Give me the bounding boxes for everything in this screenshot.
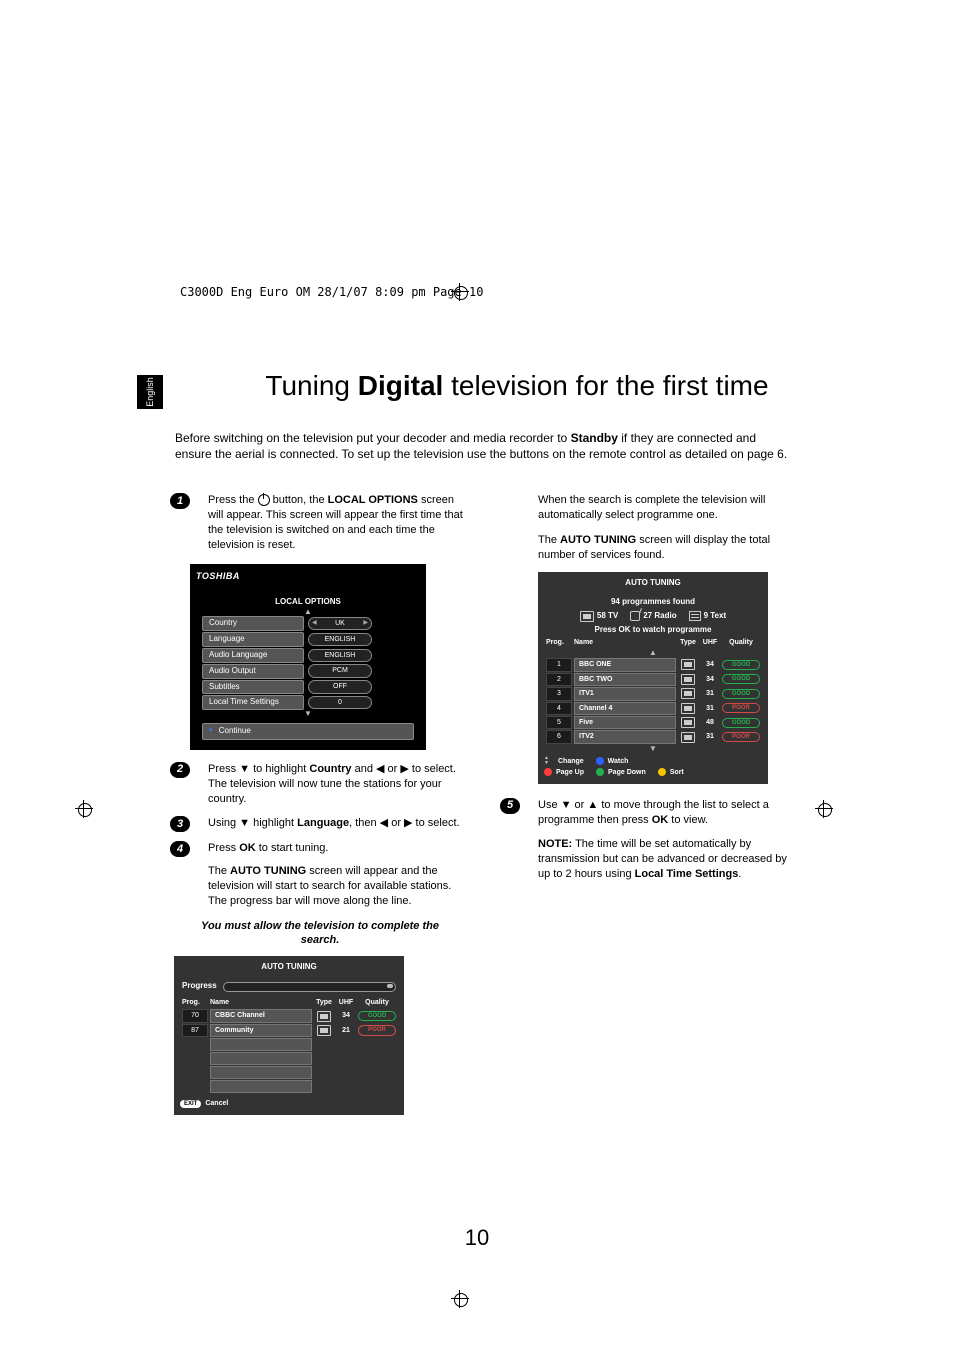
- language-tab-label: English: [145, 377, 155, 407]
- local-option-value: PCM: [308, 664, 372, 677]
- table-row[interactable]: 1BBC ONE34GOOD: [546, 658, 760, 671]
- progress-label: Progress: [182, 981, 217, 992]
- local-option-label: Country: [202, 616, 304, 631]
- tv-type-icon: [681, 688, 695, 699]
- table-row[interactable]: 4Channel 431POOR: [546, 702, 760, 715]
- tv-type-icon: [317, 1011, 331, 1022]
- table-row[interactable]: 3ITV131GOOD: [546, 687, 760, 700]
- osd-tri-up-icon: ▲: [196, 609, 420, 615]
- step-4: 4 Press OK to start tuning. The AUTO TUN…: [170, 841, 470, 908]
- local-option-label: Local Time Settings: [202, 695, 304, 710]
- print-header-note: C3000D Eng Euro OM 28/1/07 8:09 pm Page …: [180, 285, 483, 299]
- blue-dot-icon: [596, 757, 604, 765]
- step-badge-4: 4: [170, 841, 190, 857]
- step-badge-2: 2: [170, 762, 190, 778]
- step-badge-5: 5: [500, 798, 520, 814]
- left-column: 1 Press the button, the LOCAL OPTIONS sc…: [170, 493, 470, 1115]
- step-2: 2 Press ▼ to highlight Country and ◀ or …: [170, 762, 470, 807]
- page-number: 10: [0, 1225, 954, 1251]
- tv-type-icon: [681, 717, 695, 728]
- right-para-2: The AUTO TUNING screen will display the …: [500, 533, 800, 563]
- table-row[interactable]: 87Community21POOR: [182, 1024, 396, 1037]
- table-row[interactable]: 6ITV231POOR: [546, 730, 760, 743]
- language-tab: English: [137, 375, 163, 409]
- auto-search-header: Prog. Name Type UHF Quality: [182, 998, 396, 1007]
- progress-row: Progress: [182, 981, 396, 992]
- osd-brand: TOSHIBA: [196, 570, 420, 582]
- local-option-label: Audio Language: [202, 648, 304, 663]
- note-paragraph: NOTE: The time will be set automatically…: [500, 837, 800, 882]
- search-warning: You must allow the television to complet…: [188, 919, 452, 949]
- step-1: 1 Press the button, the LOCAL OPTIONS sc…: [170, 493, 470, 552]
- table-row: [182, 1066, 396, 1079]
- tv-type-icon: [681, 703, 695, 714]
- intro-paragraph: Before switching on the television put y…: [175, 430, 795, 462]
- local-option-row[interactable]: Audio Language ENGLISH: [202, 648, 414, 663]
- page-title: Tuning Digital television for the first …: [200, 370, 834, 402]
- red-dot-icon: [544, 768, 552, 776]
- right-para-1: When the search is complete the televisi…: [500, 493, 800, 523]
- tv-icon: [580, 611, 594, 622]
- updown-icon: [544, 757, 554, 765]
- tri-down-icon: ▼: [544, 745, 762, 753]
- radio-icon: [630, 611, 640, 621]
- table-row[interactable]: 5Five48GOOD: [546, 716, 760, 729]
- text-icon: [689, 611, 701, 621]
- cancel-label: Cancel: [205, 1099, 228, 1108]
- auto-done-header: Prog. Name Type UHF Quality: [546, 638, 760, 647]
- tri-up-icon: ▲: [544, 649, 762, 657]
- local-option-label: Language: [202, 632, 304, 647]
- step-5: 5 Use ▼ or ▲ to move through the list to…: [500, 798, 800, 828]
- local-option-value: ENGLISH: [308, 633, 372, 646]
- local-option-row[interactable]: Subtitles OFF: [202, 680, 414, 695]
- power-icon: [258, 494, 270, 506]
- osd-continue-row[interactable]: Continue: [202, 723, 414, 740]
- tv-type-icon: [681, 659, 695, 670]
- step-badge-1: 1: [170, 493, 190, 509]
- local-option-value: OFF: [308, 680, 372, 693]
- green-dot-icon: [596, 768, 604, 776]
- auto-title: AUTO TUNING: [544, 578, 762, 589]
- local-option-value: 0: [308, 696, 372, 709]
- local-option-row[interactable]: Language ENGLISH: [202, 632, 414, 647]
- programmes-found: 94 programmes found: [544, 597, 762, 608]
- exit-button[interactable]: EXIT: [180, 1100, 201, 1108]
- table-row[interactable]: 70CBBC Channel34GOOD: [182, 1009, 396, 1022]
- yellow-dot-icon: [658, 768, 666, 776]
- auto-tuning-results-osd: AUTO TUNING 94 programmes found 58 TV 27…: [538, 572, 768, 783]
- registration-mark-right: [815, 800, 833, 818]
- local-option-row[interactable]: Audio Output PCM: [202, 664, 414, 679]
- tv-type-icon: [681, 674, 695, 685]
- step-3: 3 Using ▼ highlight Language, then ◀ or …: [170, 816, 470, 831]
- table-row: [182, 1080, 396, 1093]
- table-row[interactable]: 2BBC TWO34GOOD: [546, 673, 760, 686]
- local-option-row[interactable]: Country UK: [202, 616, 414, 631]
- right-column: When the search is complete the televisi…: [500, 493, 800, 892]
- auto-search-footer: EXIT Cancel: [180, 1099, 398, 1108]
- table-row: [182, 1052, 396, 1065]
- registration-mark-bottom: [451, 1290, 469, 1308]
- local-option-value: ENGLISH: [308, 649, 372, 662]
- osd-continue-label: Continue: [219, 726, 251, 735]
- auto-tuning-search-osd: AUTO TUNING Progress Prog. Name Type UHF…: [174, 956, 404, 1114]
- table-row: [182, 1038, 396, 1051]
- step-badge-3: 3: [170, 816, 190, 832]
- osd-title: LOCAL OPTIONS: [196, 597, 420, 608]
- osd-tri-down-icon: ▼: [196, 711, 420, 717]
- auto-title: AUTO TUNING: [180, 962, 398, 973]
- tv-type-icon: [317, 1025, 331, 1036]
- local-option-label: Audio Output: [202, 664, 304, 679]
- progress-bar: [223, 982, 396, 992]
- local-options-osd: TOSHIBA LOCAL OPTIONS ▲ Country UK Languag…: [190, 564, 426, 750]
- tv-type-icon: [681, 732, 695, 743]
- local-option-label: Subtitles: [202, 680, 304, 695]
- print-header-text: C3000D Eng Euro OM 28/1/07 8:09 pm Page …: [180, 285, 483, 299]
- prompt-line: Press OK to watch programme: [544, 625, 762, 636]
- registration-mark-left: [75, 800, 93, 818]
- local-option-value: UK: [308, 617, 372, 630]
- results-legend: Change Watch Page Up Page Down Sort: [544, 757, 762, 778]
- local-option-row[interactable]: Local Time Settings 0: [202, 695, 414, 710]
- counts-row: 58 TV 27 Radio 9 Text: [544, 611, 762, 622]
